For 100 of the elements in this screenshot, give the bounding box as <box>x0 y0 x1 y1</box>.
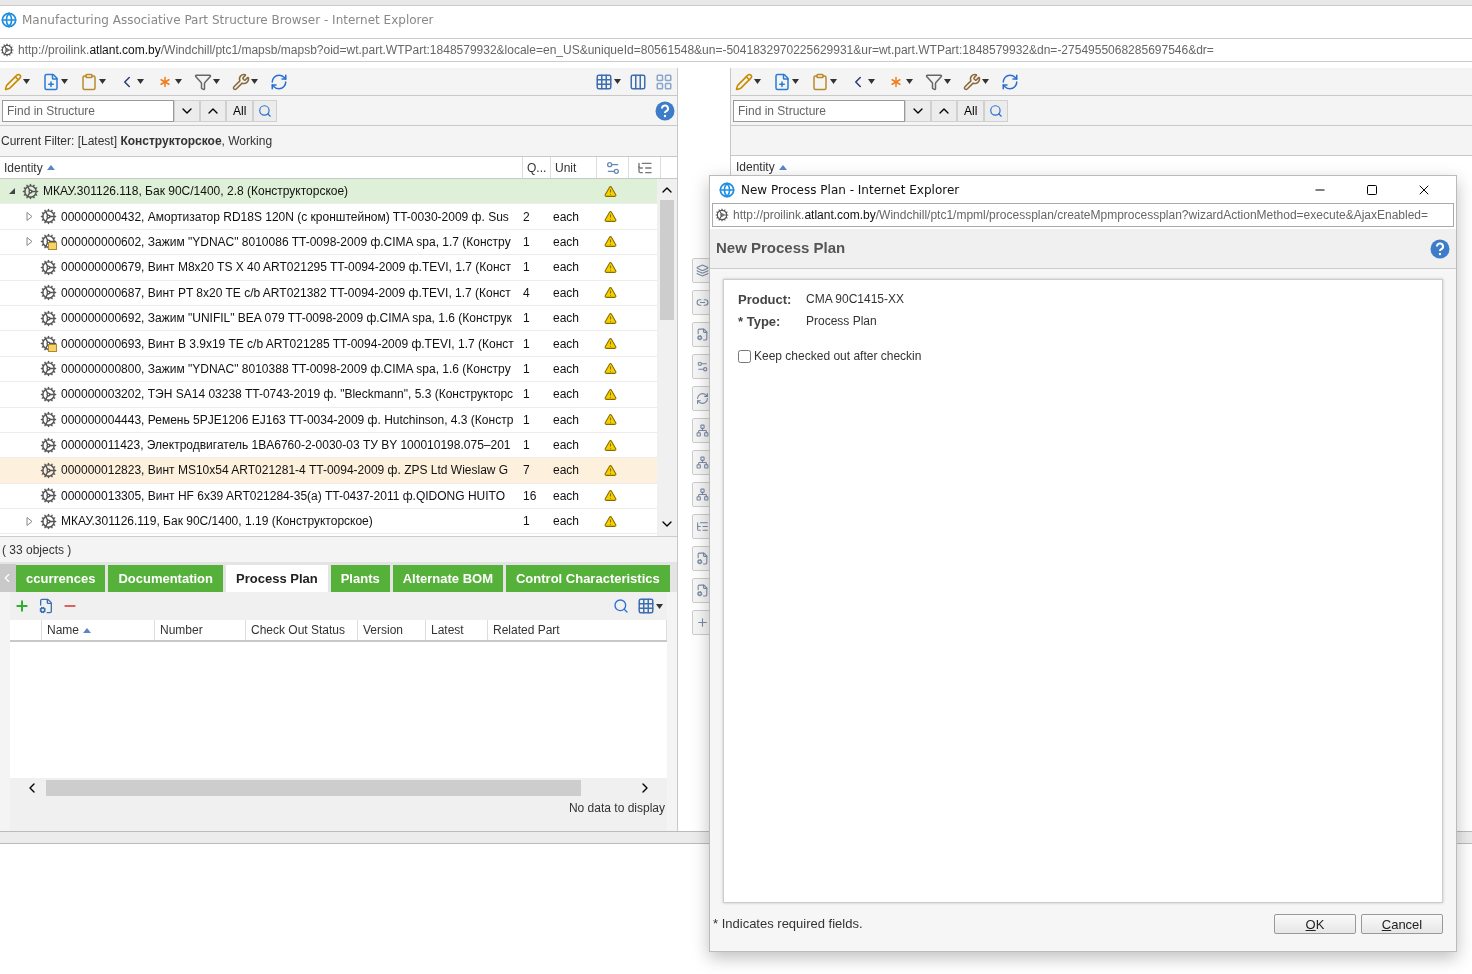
column-header[interactable]: Check Out Status <box>246 620 358 640</box>
help-icon[interactable] <box>655 100 675 121</box>
side-tool-icon[interactable] <box>692 514 712 539</box>
new-plan-icon[interactable] <box>38 598 54 614</box>
side-tool-icon[interactable] <box>692 258 712 283</box>
grid-icon[interactable] <box>637 597 663 615</box>
pencil-icon[interactable] <box>735 72 761 91</box>
unit-text: each <box>553 209 580 224</box>
refresh-icon[interactable] <box>1001 72 1019 91</box>
field-label: Product: <box>738 291 793 309</box>
side-tool-icon[interactable] <box>692 450 712 475</box>
quantity-text: 1 <box>523 412 530 427</box>
tab[interactable]: Process Plan <box>226 565 328 592</box>
column-header[interactable]: Unit <box>551 157 597 178</box>
all-button[interactable]: All <box>226 99 254 122</box>
checkbox[interactable] <box>738 349 751 363</box>
find-icon <box>258 103 273 118</box>
tools-icon[interactable] <box>232 72 258 91</box>
column-header[interactable]: Identity <box>0 157 523 178</box>
find-tree-button[interactable] <box>253 99 278 122</box>
filter-icon[interactable] <box>194 72 220 91</box>
identity-text[interactable]: 000000000602, Зажим "YDNAC" 8010086 TT-0098-2009 ф.CIMA spa, 1.7 (Констру <box>61 232 511 251</box>
identity-text[interactable]: 000000000800, Зажим "YDNAC" 8010388 TT-0098-2009 ф.CIMA spa, 1.6 (Констру <box>61 359 511 378</box>
warning-icon <box>604 464 617 477</box>
tools-icon[interactable] <box>963 72 989 91</box>
warning-icon <box>604 438 617 452</box>
current-filter: Current Filter: [Latest] Конструкторское, Working <box>1 133 273 150</box>
column-header[interactable]: Version <box>358 620 426 640</box>
identity-text[interactable]: 000000000432, Амортизатор RD18S 120N (с кронштейном) TT-0030-2009 ф. Sus <box>61 207 509 226</box>
identity-text[interactable]: 000000003202, ТЭН SA14 03238 TT-0743-2019 ф. "Bleckmann", 5.3 (Конструкторс <box>61 385 514 404</box>
identity-text[interactable]: 000000000692, Зажим "UNIFIL" BEA 079 TT-0098-2009 ф.CIMA spa, 1.6 (Конструк <box>61 309 512 328</box>
refresh-icon[interactable] <box>270 72 288 91</box>
side-tool-icon[interactable] <box>692 578 712 603</box>
column-header[interactable]: Latest <box>426 620 488 640</box>
side-tool-icon[interactable] <box>692 418 712 443</box>
columns-icon[interactable] <box>629 72 647 91</box>
find-tree-button[interactable] <box>984 99 1009 122</box>
side-tool-icon[interactable] <box>692 290 712 315</box>
grid-icon[interactable] <box>595 72 621 91</box>
identity-text[interactable]: 000000004443, Ремень 5PJE1206 EJ163 TT-0034-2009 ф. Hutchinson, 4.3 (Констр <box>61 410 514 429</box>
help-icon[interactable] <box>1430 238 1450 259</box>
column-header[interactable]: Number <box>155 620 246 640</box>
find-field[interactable]: Find in Structure <box>2 99 174 122</box>
dialog-button[interactable]: Cancel <box>1361 914 1443 934</box>
identity-text[interactable]: 000000013305, Винт HF 6x39 ART021284-35(a) TT-0437-2011 ф.QIDONG HUITO <box>61 486 506 505</box>
checkbox-label[interactable]: Keep checked out after checkin <box>754 347 922 365</box>
vertical-scrollbar[interactable] <box>657 179 677 536</box>
scroll-thumb[interactable] <box>660 200 674 320</box>
side-tool-icon[interactable] <box>692 482 712 507</box>
filter-icon[interactable] <box>925 72 951 91</box>
previous-button[interactable] <box>931 99 957 122</box>
window-title: Manufacturing Associative Part Structure Browser - Internet Explorer <box>22 12 434 29</box>
clipboard-icon[interactable] <box>80 72 106 91</box>
dialog-button[interactable]: OK <box>1274 914 1356 934</box>
quantity-text: 1 <box>523 438 530 453</box>
new-document-icon[interactable] <box>42 72 68 91</box>
layout-icon[interactable] <box>655 72 673 91</box>
gear-icon <box>40 462 57 479</box>
settings-columns-icon[interactable] <box>604 159 621 176</box>
previous-button[interactable] <box>200 99 226 122</box>
find-field[interactable]: Find in Structure <box>733 99 905 122</box>
gear-note-icon <box>40 335 57 353</box>
search-icon[interactable] <box>613 598 629 614</box>
quantity-text: 1 <box>523 260 530 275</box>
column-header[interactable]: Name <box>42 620 155 640</box>
side-tool-icon[interactable] <box>692 610 712 635</box>
side-tool-icon[interactable] <box>692 546 712 571</box>
identity-text[interactable]: 000000000687, Винт PT 8x20 TE c/b ART021382 TT-0094-2009 ф.TEVI, 1.7 (Конст <box>61 283 511 302</box>
horizontal-scrollbar[interactable] <box>46 780 581 796</box>
clipboard-icon[interactable] <box>811 72 837 91</box>
add-icon[interactable] <box>14 598 30 614</box>
side-tool-icon[interactable] <box>692 386 712 411</box>
tree-row[interactable]: 000000012823, Винт MS10x54 ART021281-4 TT-0094-2009 ф. ZPS Ltd Wieslaw G 7 each <box>0 458 657 484</box>
unit-text: each <box>553 387 580 402</box>
warning-icon <box>604 413 617 427</box>
identity-text[interactable]: 000000000693, Винт B 3.9x19 TE c/b ART021285 TT-0094-2009 ф.TEVI, 1.7 (Конст <box>61 334 514 353</box>
address-bar[interactable]: http://proilink.atlant.com.by/Windchill/ptc1/mapsb/mapsb?oid=wt.part.WTPart:1848579932&locale=en_US&uniqueId=80561548&un=-5041832970225629931&ur=wt.part.WTPart:1848579932&dn=-2754955068285697546&dr= <box>0 41 1214 59</box>
pencil-icon[interactable] <box>4 72 30 91</box>
quantity-text: 1 <box>523 311 530 326</box>
identity-text[interactable]: 000000011423, Электродвигатель 1BA6760-2-0030-03 ТУ BY 100010198.075–201 <box>61 436 511 455</box>
sort-ascending-icon <box>46 165 55 170</box>
side-tool-icon[interactable] <box>692 322 712 347</box>
identity-text[interactable]: МКАУ.301126.118, Бак 90С/1400, 2.8 (Конструкторское) <box>43 182 349 201</box>
all-button[interactable]: All <box>957 99 985 122</box>
side-tool-icon[interactable] <box>692 354 712 379</box>
gear-icon <box>40 512 57 530</box>
next-button[interactable] <box>174 99 200 122</box>
warning-icon <box>604 489 617 503</box>
identity-text[interactable]: 000000000679, Винт M8x20 TS X 40 ART021295 TT-0094-2009 ф.TEVI, 1.7 (Конст <box>61 258 512 277</box>
tree-row[interactable]: МКАУ.301126.118, Бак 90С/1400, 2.8 (Конструкторское) <box>0 179 657 205</box>
next-button[interactable] <box>905 99 931 122</box>
new-document-icon[interactable] <box>773 72 799 91</box>
warning-icon <box>604 362 617 376</box>
unit-text: each <box>553 336 580 351</box>
column-header[interactable]: Identity <box>731 156 792 178</box>
column-header[interactable]: Related Part <box>488 620 667 640</box>
warning-icon <box>604 311 617 325</box>
identity-text[interactable]: 000000012823, Винт MS10x54 ART021281-4 TT-0094-2009 ф. ZPS Ltd Wieslaw G <box>61 461 509 480</box>
column-header[interactable]: Q... <box>523 157 551 178</box>
identity-text[interactable]: МКАУ.301126.119, Бак 90С/1400, 1.19 (Конструкторское) <box>61 512 373 531</box>
